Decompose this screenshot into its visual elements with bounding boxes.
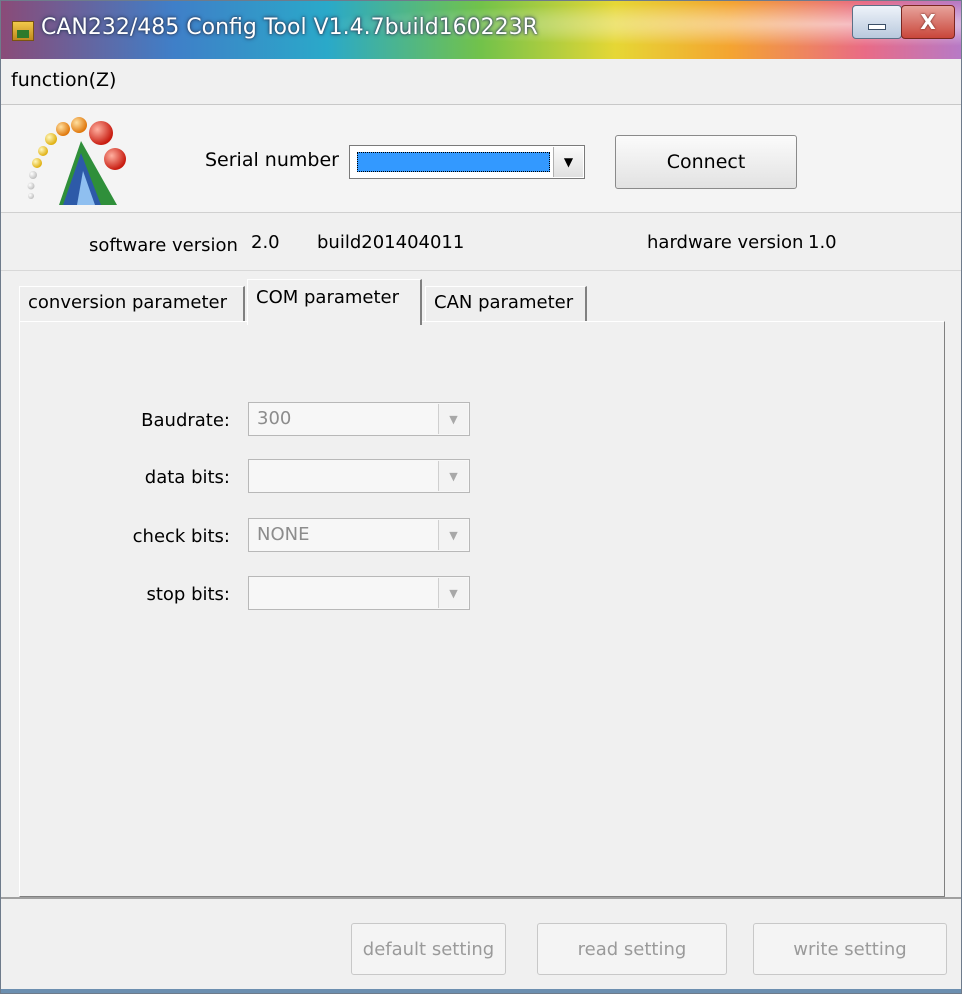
tab-com-parameter[interactable]: COM parameter: [247, 279, 422, 325]
bottom-border: [1, 989, 961, 993]
chevron-down-icon[interactable]: ▼: [438, 520, 468, 550]
tab-conversion-parameter[interactable]: conversion parameter: [19, 286, 245, 322]
version-row: software version 2.0 build201404011 hard…: [1, 213, 961, 271]
check-bits-select[interactable]: NONE ▼: [248, 518, 470, 552]
window-title: CAN232/485 Config Tool V1.4.7build160223…: [41, 15, 538, 40]
check-bits-label: check bits:: [132, 526, 230, 547]
menu-bar: function(Z): [1, 59, 961, 105]
com-parameter-page: Baudrate: 300 ▼ data bits: ▼ check bits:…: [19, 321, 945, 897]
close-icon: X: [920, 10, 936, 34]
app-icon[interactable]: [12, 21, 34, 41]
colorful-balls-logo: [27, 117, 126, 205]
serial-number-label: Serial number: [205, 149, 339, 171]
default-setting-button[interactable]: default setting: [351, 923, 506, 975]
check-bits-value: NONE: [257, 524, 310, 545]
hardware-version-value: 1.0: [808, 232, 837, 253]
connection-panel: Serial number ▼ Connect: [1, 105, 961, 213]
hardware-version-label: hardware version: [647, 232, 804, 253]
serial-number-value: [357, 152, 550, 172]
menu-item-function[interactable]: function(Z): [11, 69, 116, 91]
data-bits-label: data bits:: [144, 467, 230, 488]
serial-number-dropdown[interactable]: ▼: [349, 145, 585, 179]
baudrate-select[interactable]: 300 ▼: [248, 402, 470, 436]
chevron-down-icon[interactable]: ▼: [438, 404, 468, 434]
action-bar: default setting read setting write setti…: [1, 897, 961, 993]
minimize-icon: [868, 24, 886, 30]
app-window: CAN232/485 Config Tool V1.4.7build160223…: [0, 0, 962, 994]
minimize-button[interactable]: [852, 5, 902, 39]
software-version-label: software version: [89, 235, 238, 256]
stop-bits-select[interactable]: ▼: [248, 576, 470, 610]
chevron-down-icon[interactable]: ▼: [438, 578, 468, 608]
connect-button[interactable]: Connect: [615, 135, 797, 189]
read-setting-button[interactable]: read setting: [537, 923, 727, 975]
close-button[interactable]: X: [901, 5, 955, 39]
stop-bits-label: stop bits:: [146, 584, 230, 605]
chevron-down-icon[interactable]: ▼: [438, 461, 468, 491]
baudrate-label: Baudrate:: [141, 410, 230, 431]
build-value: build201404011: [317, 232, 465, 253]
baudrate-value: 300: [257, 408, 292, 429]
write-setting-button[interactable]: write setting: [753, 923, 947, 975]
chevron-down-icon[interactable]: ▼: [553, 147, 583, 177]
title-bar[interactable]: CAN232/485 Config Tool V1.4.7build160223…: [1, 1, 961, 60]
software-version-value: 2.0: [251, 232, 280, 253]
tab-can-parameter[interactable]: CAN parameter: [425, 286, 587, 322]
tab-strip: conversion parameter COM parameter CAN p…: [1, 271, 961, 325]
data-bits-select[interactable]: ▼: [248, 459, 470, 493]
